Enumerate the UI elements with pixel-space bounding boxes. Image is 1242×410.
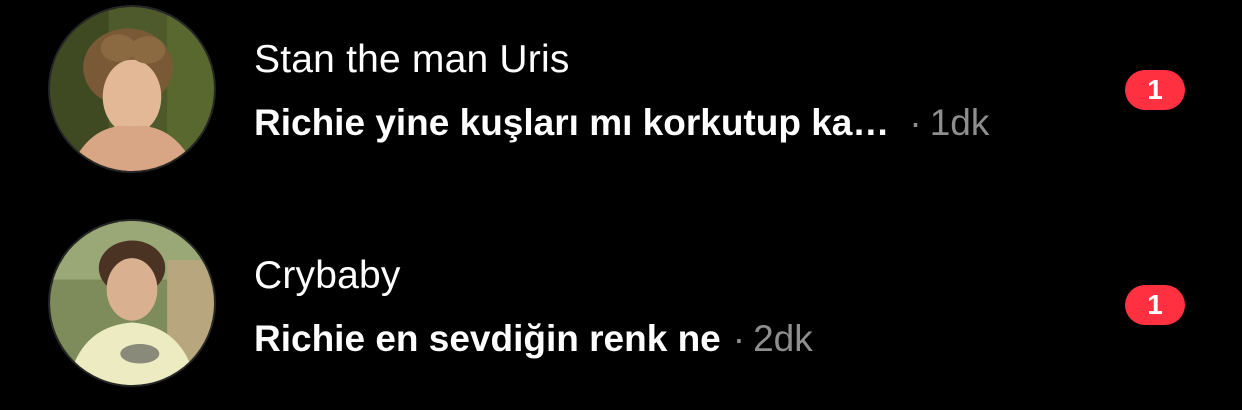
timestamp: 2dk (753, 318, 813, 359)
conversation-list: Stan the man Uris Richie yine kuşları mı… (0, 0, 1242, 410)
preview-line: Richie en sevdiğin renk ne · 2dk (254, 317, 813, 361)
timestamp: 1dk (929, 102, 990, 143)
unread-badge: 1 (1125, 285, 1185, 325)
conversation-row-stan[interactable]: Stan the man Uris Richie yine kuşları mı… (0, 0, 1242, 190)
conversation-name: Crybaby (254, 254, 401, 297)
conversation-name: Stan the man Uris (254, 38, 570, 81)
avatar-photo (50, 221, 214, 385)
unread-badge: 1 (1125, 70, 1185, 110)
separator-dot: · (732, 318, 746, 359)
message-preview: Richie en sevdiğin renk ne (254, 318, 721, 359)
conversation-row-crybaby[interactable]: Crybaby Richie en sevdiğin renk ne · 2dk… (0, 205, 1242, 395)
avatar[interactable] (48, 5, 216, 173)
separator-dot: · (909, 102, 922, 143)
avatar[interactable] (48, 219, 216, 387)
preview-line: Richie yine kuşları mı korkutup ka… · 1d… (254, 101, 989, 145)
avatar-photo (50, 7, 214, 171)
message-preview: Richie yine kuşları mı korkutup ka… (254, 102, 890, 143)
